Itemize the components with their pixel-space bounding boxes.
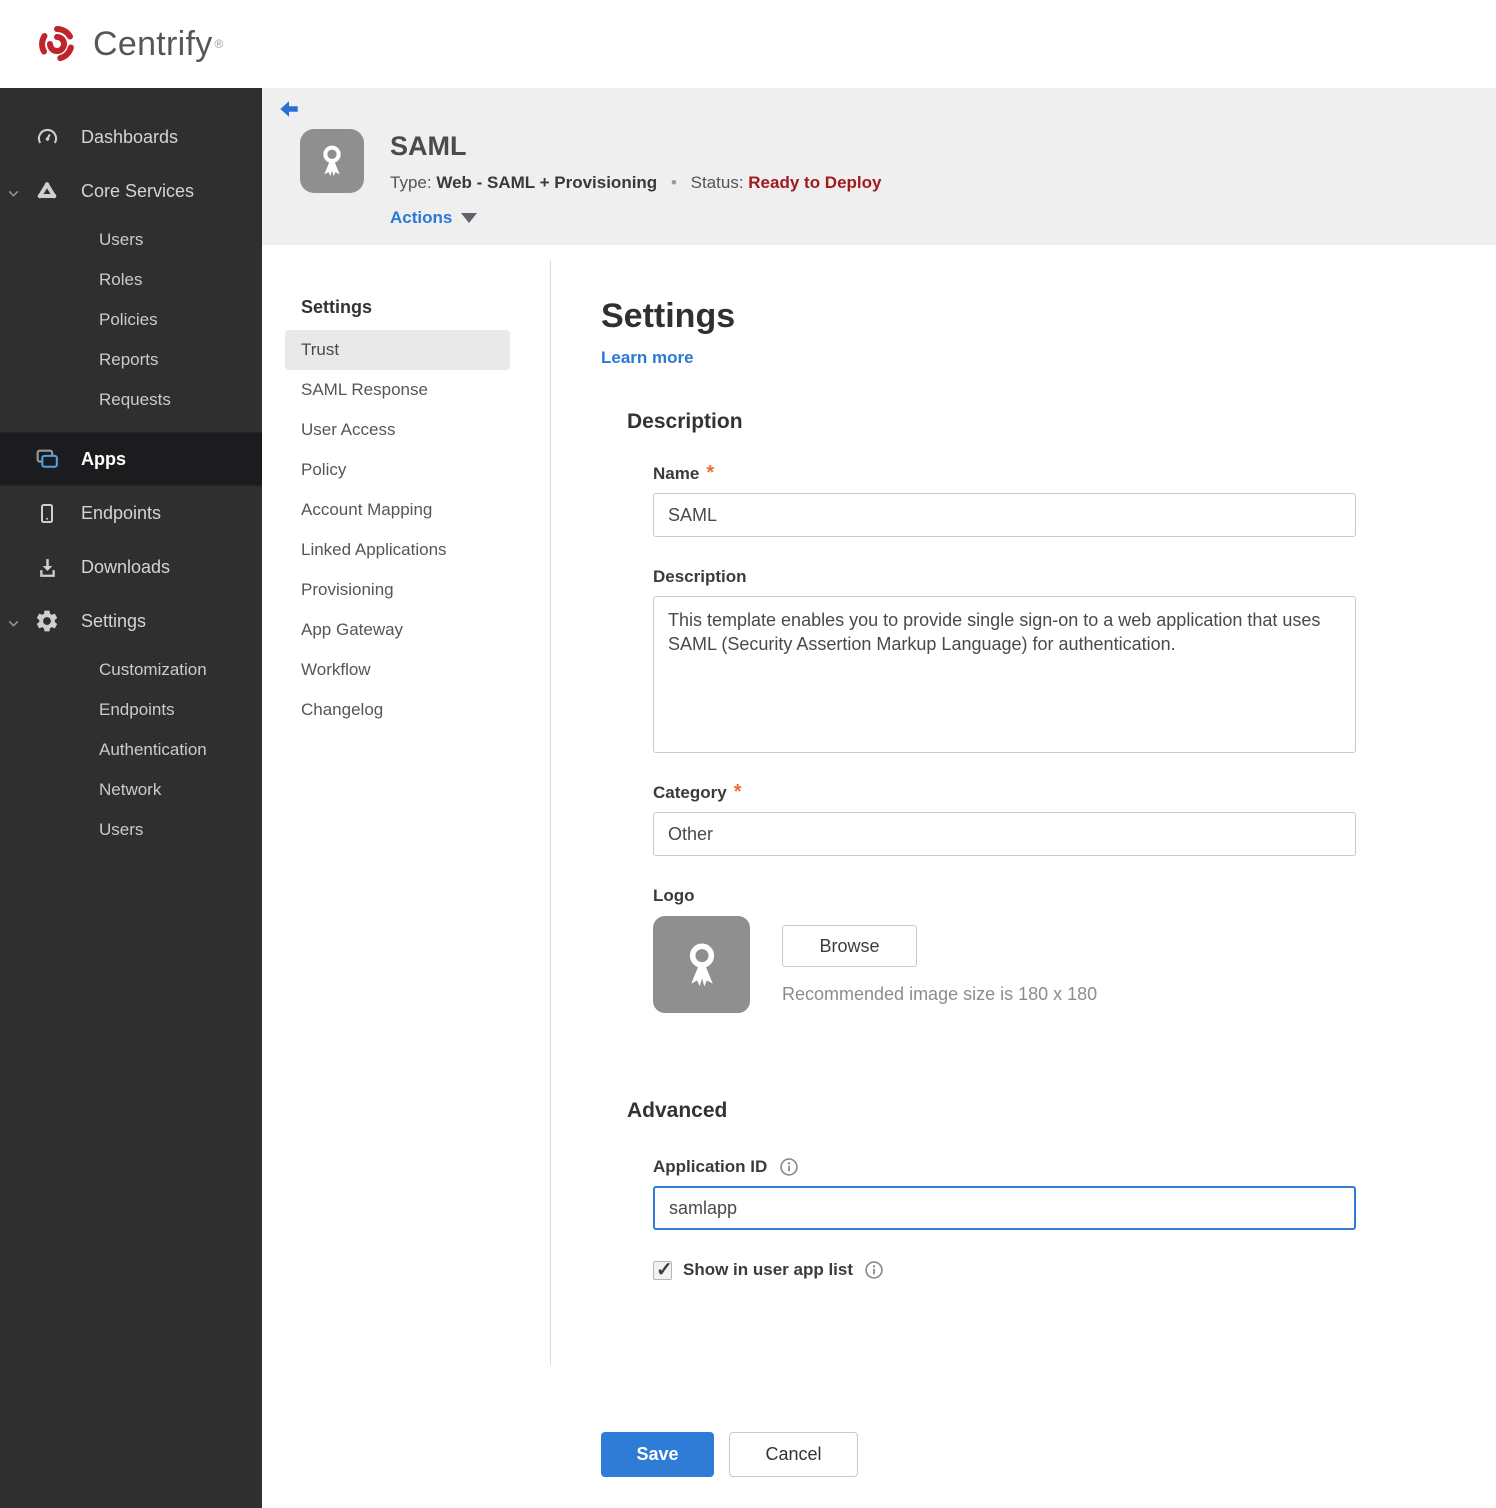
core-services-sublist: Users Roles Policies Reports Requests — [0, 218, 262, 424]
type-label: Type: — [390, 173, 432, 192]
info-icon[interactable] — [779, 1157, 799, 1177]
sidebar-item-requests[interactable]: Requests — [0, 380, 262, 420]
subnav-item-app-gateway[interactable]: App Gateway — [285, 610, 510, 650]
logo-size-hint: Recommended image size is 180 x 180 — [782, 984, 1098, 1004]
sidebar-item-network[interactable]: Network — [0, 770, 262, 810]
actions-label: Actions — [390, 208, 453, 227]
gauge-icon — [33, 125, 61, 150]
advanced-section-heading: Advanced — [627, 1099, 728, 1122]
category-label: Category * — [653, 781, 742, 803]
actions-dropdown[interactable]: Actions — [390, 208, 881, 228]
app-subnav: Settings Trust SAML Response User Access… — [262, 245, 550, 1508]
meta-separator: • — [670, 173, 677, 192]
name-label: Name * — [653, 462, 715, 484]
sidebar-item-downloads[interactable]: Downloads — [0, 540, 262, 594]
sidebar-item-label: Apps — [81, 448, 126, 469]
registered-mark: ® — [214, 37, 224, 51]
subnav-item-changelog[interactable]: Changelog — [285, 690, 510, 730]
sidebar-item-policies[interactable]: Policies — [0, 300, 262, 340]
sidebar-item-endpoints-settings[interactable]: Endpoints — [0, 690, 262, 730]
subnav-item-account-mapping[interactable]: Account Mapping — [285, 490, 510, 530]
sidebar-item-authentication[interactable]: Authentication — [0, 730, 262, 770]
sidebar-item-label: Core Services — [81, 180, 195, 201]
app-logo-ribbon-icon — [300, 129, 364, 193]
chevron-down-icon — [7, 184, 20, 205]
chevron-down-icon — [7, 614, 20, 635]
description-textarea[interactable]: This template enables you to provide sin… — [653, 596, 1356, 753]
show-in-app-list-label: Show in user app list — [683, 1260, 854, 1279]
sidebar-item-endpoints[interactable]: Endpoints — [0, 486, 262, 540]
application-id-input[interactable] — [653, 1186, 1356, 1230]
required-asterisk: * — [706, 462, 715, 484]
centrify-logo-icon — [33, 20, 81, 68]
browse-button[interactable]: Browse — [782, 925, 917, 967]
cancel-button[interactable]: Cancel — [729, 1432, 858, 1477]
subnav-item-user-access[interactable]: User Access — [285, 410, 510, 450]
apps-icon — [33, 447, 61, 472]
sidebar-item-apps[interactable]: Apps — [0, 432, 262, 486]
download-icon — [33, 555, 61, 580]
sidebar: Dashboards Core Services Users Roles Pol… — [0, 88, 262, 1508]
subnav-item-saml-response[interactable]: SAML Response — [285, 370, 510, 410]
brand-name: Centrify — [93, 24, 213, 63]
required-asterisk: * — [733, 781, 742, 803]
logo-ribbon-icon — [653, 916, 750, 1013]
top-brand-bar: Centrify ® — [0, 0, 1496, 88]
show-in-app-list-checkbox[interactable] — [653, 1257, 673, 1282]
subnav-item-trust[interactable]: Trust — [285, 330, 510, 370]
info-icon[interactable] — [864, 1260, 884, 1280]
logo-label: Logo — [653, 886, 695, 905]
category-input[interactable] — [653, 812, 1356, 856]
core-services-icon — [33, 179, 61, 203]
description-section-heading: Description — [627, 410, 743, 433]
description-label: Description — [653, 567, 747, 586]
sidebar-item-label: Endpoints — [81, 502, 162, 523]
learn-more-link[interactable]: Learn more — [601, 348, 694, 368]
sidebar-item-label: Dashboards — [81, 126, 179, 147]
page-title: Settings — [601, 297, 736, 335]
gear-icon — [33, 608, 61, 634]
subnav-item-linked-applications[interactable]: Linked Applications — [285, 530, 510, 570]
subnav-item-policy[interactable]: Policy — [285, 450, 510, 490]
sidebar-item-users[interactable]: Users — [0, 220, 262, 260]
app-title: SAML — [390, 131, 467, 161]
back-arrow-icon[interactable] — [278, 98, 300, 125]
sidebar-item-customization[interactable]: Customization — [0, 650, 262, 690]
application-id-label: Application ID — [653, 1157, 1356, 1177]
sidebar-item-core-services[interactable]: Core Services — [0, 164, 262, 218]
sidebar-item-roles[interactable]: Roles — [0, 260, 262, 300]
sidebar-item-settings[interactable]: Settings — [0, 594, 262, 648]
sidebar-item-label: Settings — [81, 610, 147, 631]
name-input[interactable] — [653, 493, 1356, 537]
sidebar-item-reports[interactable]: Reports — [0, 340, 262, 380]
sidebar-item-label: Downloads — [81, 556, 171, 577]
save-button[interactable]: Save — [601, 1432, 714, 1477]
caret-down-icon — [461, 213, 478, 223]
app-meta: Type: Web - SAML + Provisioning • Status… — [390, 173, 881, 193]
mobile-icon — [33, 501, 61, 526]
app-header: SAML Type: Web - SAML + Provisioning • S… — [262, 88, 1496, 245]
subnav-item-workflow[interactable]: Workflow — [285, 650, 510, 690]
subnav-header: Settings — [301, 297, 373, 317]
type-value: Web - SAML + Provisioning — [436, 173, 658, 192]
sidebar-item-dashboards[interactable]: Dashboards — [0, 110, 262, 164]
sidebar-item-users-settings[interactable]: Users — [0, 810, 262, 850]
subnav-item-provisioning[interactable]: Provisioning — [285, 570, 510, 610]
settings-sublist: Customization Endpoints Authentication N… — [0, 648, 262, 854]
status-label: Status: — [690, 173, 744, 192]
settings-form: Settings Learn more Description Name * D… — [551, 245, 1356, 1508]
status-value: Ready to Deploy — [748, 173, 882, 192]
